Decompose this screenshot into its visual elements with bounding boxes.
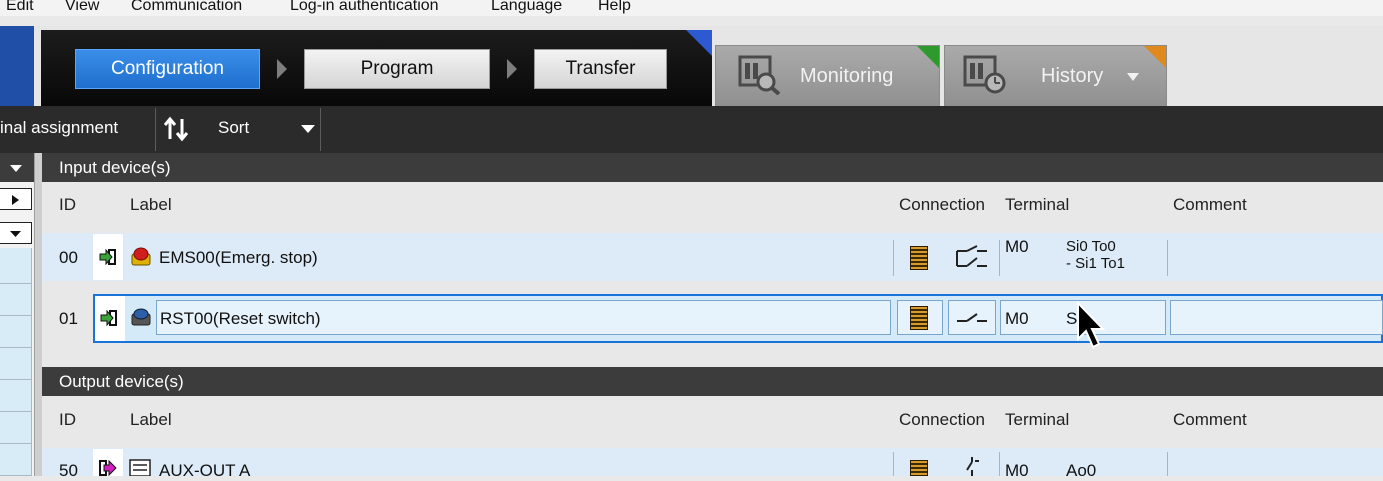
history-icon [963,55,1006,94]
column-terminal: Terminal [1005,195,1070,214]
row-terminal-module: M0 [1005,237,1029,256]
menu-language[interactable]: Language [491,0,562,15]
output-devices-header: Output device(s) [42,367,1383,396]
input-devices-title: Input device(s) [59,158,171,177]
monitoring-corner-marker [917,46,939,68]
menu-communication[interactable]: Communication [131,0,242,15]
left-rail-header [0,153,34,182]
dropdown-button[interactable] [0,222,32,244]
menu-edit[interactable]: Edit [6,0,34,15]
play-icon [12,195,19,205]
output-arrow-icon [99,460,117,476]
column-divider [893,452,894,476]
input-marker [95,296,125,341]
column-terminal: Terminal [1005,410,1070,429]
column-divider [1167,452,1168,476]
column-comment: Comment [1173,195,1247,214]
column-divider [893,240,894,276]
rail-cell[interactable] [0,412,32,444]
tab-monitoring-label: Monitoring [800,65,894,87]
panel-splitter[interactable] [34,153,42,476]
toolbar [0,106,1383,153]
terminal-assignment-button[interactable]: inal assignment [0,118,118,138]
rail-cell[interactable] [0,316,32,348]
rail-cell[interactable] [0,284,32,316]
monitoring-icon [738,55,781,95]
column-label: Label [130,195,172,214]
rail-cell[interactable] [0,248,32,284]
menu-login-authentication[interactable]: Log-in authentication [290,0,439,15]
program-button[interactable]: Program [304,49,490,89]
tab-history-label: History [1041,65,1104,87]
row-label: EMS00(Emerg. stop) [159,248,318,267]
rail-cell[interactable] [0,380,32,412]
column-id: ID [59,410,76,429]
input-marker [93,234,123,280]
row-terminal-module: M0 [1005,309,1029,328]
expand-button[interactable] [0,188,32,210]
row-id: 00 [59,248,78,267]
mouse-cursor-icon [1077,301,1106,349]
row-terminal-module: M0 [1005,461,1029,480]
collapse-icon[interactable] [9,164,23,173]
dual-channel-contact-icon [956,245,987,267]
transfer-button[interactable]: Transfer [534,49,667,89]
emergency-stop-icon [131,247,151,266]
sort-dropdown-icon[interactable] [300,124,316,134]
menu-help[interactable]: Help [598,0,631,15]
reset-switch-icon [131,308,151,326]
row-label: RST00(Reset switch) [160,309,321,328]
column-divider [1167,240,1168,276]
rail-cell[interactable] [0,348,32,380]
terminal-block-icon [910,246,928,270]
column-id: ID [59,195,76,214]
row-id: 01 [59,309,78,328]
row-terminal-detail: - Si1 To1 [1066,255,1125,272]
tab-history[interactable]: History [944,45,1167,106]
configuration-button[interactable]: Configuration [75,49,260,89]
rail-cell[interactable] [0,444,32,476]
row-id: 50 [59,461,78,480]
menu-view[interactable]: View [65,0,99,15]
toolbar-divider [320,108,321,151]
input-devices-header: Input device(s) [42,153,1383,182]
sort-button[interactable]: Sort [218,118,249,138]
terminal-block-icon [910,306,928,330]
side-accent-strip [0,26,34,106]
input-arrow-icon [99,249,116,265]
output-devices-title: Output device(s) [59,372,184,391]
chevron-down-icon [10,231,21,237]
column-divider [999,452,1000,476]
toolbar-divider [155,108,156,151]
column-connection: Connection [899,410,986,429]
sort-icon[interactable] [163,116,189,142]
arrow-right-icon [277,59,287,79]
history-corner-marker [1144,46,1166,68]
single-contact-icon [957,313,987,322]
column-connection: Connection [899,195,986,214]
column-divider [999,240,1000,276]
row-label: AUX-OUT A [159,461,251,480]
row-terminal-detail: Ao0 [1066,461,1097,480]
input-arrow-icon [100,310,117,326]
chevron-down-icon[interactable] [1126,72,1140,82]
comment-field[interactable] [1170,300,1383,335]
row-terminal-detail: Si0 To0 [1066,238,1116,255]
arrow-right-icon [507,59,517,79]
menu-bar: Edit View Communication Log-in authentic… [0,0,1383,16]
terminal-block-icon [910,460,928,476]
column-comment: Comment [1173,410,1247,429]
aux-out-icon [129,459,151,476]
relay-contact-icon [966,457,979,476]
output-marker [93,449,123,476]
workflow-corner-marker [686,30,712,56]
tab-monitoring[interactable]: Monitoring [715,45,940,106]
column-label: Label [130,410,172,429]
